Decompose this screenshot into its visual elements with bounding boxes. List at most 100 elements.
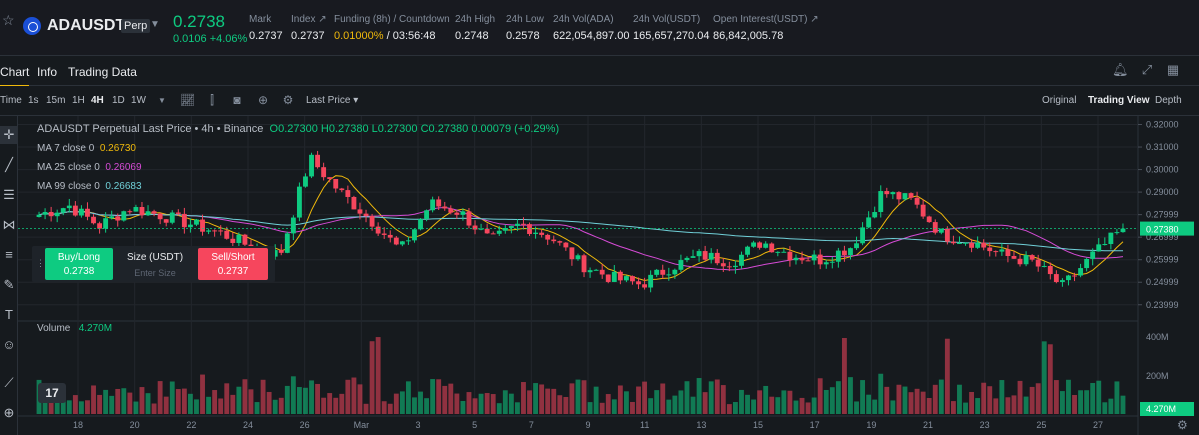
emoji-icon[interactable]: ☺: [0, 336, 18, 354]
size-input[interactable]: [120, 266, 190, 280]
expand-icon[interactable]: ⤢: [1139, 62, 1155, 78]
time-tick-label: 7: [529, 420, 534, 430]
price-tick-label: 0.31000: [1146, 142, 1179, 152]
volume-bar: [418, 391, 423, 414]
camera-icon[interactable]: ◙: [230, 93, 244, 107]
candle-body: [1096, 244, 1102, 252]
drag-handle-icon[interactable]: ⋮: [36, 258, 45, 270]
volume-bar: [884, 386, 890, 414]
candle-body: [587, 270, 593, 273]
zoom-in-icon[interactable]: ⊕: [0, 404, 18, 422]
candle-body: [78, 208, 84, 216]
volume-bar: [363, 403, 369, 414]
candle-body: [496, 230, 502, 234]
volume-bar: [72, 395, 78, 414]
candle-style-icon[interactable]: ⫿: [205, 93, 219, 107]
favorite-star-icon[interactable]: ☆: [2, 13, 16, 27]
candle-body: [841, 250, 847, 256]
volume-bar: [78, 401, 84, 414]
candle-body: [696, 251, 702, 257]
price-type-select[interactable]: Last Price ▾: [306, 95, 358, 106]
candle-body: [290, 217, 296, 234]
interval-1s[interactable]: 1s: [28, 95, 39, 106]
price-tick-label: 0.32000: [1146, 120, 1179, 130]
volume-bar: [478, 393, 484, 414]
text-tool-icon[interactable]: T: [0, 306, 18, 324]
view-depth[interactable]: Depth: [1155, 95, 1182, 106]
view-trading-view[interactable]: Trading View: [1088, 95, 1150, 106]
volume-bar: [975, 398, 981, 414]
interval-1w[interactable]: 1W: [131, 95, 146, 106]
interval-1h[interactable]: 1H: [72, 95, 85, 106]
candle-body: [399, 241, 405, 245]
volume-bar: [309, 380, 314, 414]
symbol-name[interactable]: ADAUSDT: [47, 17, 125, 35]
indicator-chart-icon[interactable]: 📈︎: [180, 93, 195, 107]
volume-bar: [1102, 402, 1108, 414]
pattern-icon[interactable]: ⋈: [0, 216, 18, 234]
candle-body: [690, 256, 696, 258]
volume-bar: [872, 399, 878, 414]
volume-bar: [666, 399, 672, 414]
candle-body: [848, 248, 853, 256]
volume-bar: [315, 383, 321, 414]
contract-type-badge[interactable]: Perp: [121, 19, 151, 33]
volume-bar: [696, 378, 702, 414]
volume-bar: [230, 394, 236, 414]
add-indicator-icon[interactable]: ⊕: [256, 93, 270, 107]
volume-bar: [969, 391, 975, 414]
interval-15m[interactable]: 15m: [46, 95, 65, 106]
volume-bar: [375, 337, 381, 414]
horizontal-lines-icon[interactable]: ☰: [0, 186, 18, 204]
volume-bar: [145, 393, 151, 414]
price-tick-label: 0.29000: [1146, 187, 1179, 197]
candle-body: [1090, 251, 1096, 259]
candle-body: [242, 234, 248, 245]
candle-body: [890, 192, 896, 195]
candle-body: [575, 255, 581, 260]
interval-4h[interactable]: 4H: [91, 95, 104, 106]
sell-short-button[interactable]: Sell/Short 0.2737: [198, 248, 268, 280]
volume-bar: [726, 404, 732, 414]
brush-icon[interactable]: ✎: [0, 276, 18, 294]
chevron-down-icon[interactable]: ▼: [150, 19, 160, 30]
volume-bar: [769, 396, 775, 414]
candle-body: [944, 228, 950, 242]
trend-line-icon[interactable]: ╱: [0, 156, 18, 174]
interval-more-chevron-icon[interactable]: ▼: [158, 96, 166, 105]
price-tick-label: 0.23999: [1146, 300, 1179, 310]
volume-bar: [1023, 396, 1029, 414]
grid-layout-icon[interactable]: ▦: [1165, 62, 1181, 78]
volume-bar: [266, 391, 272, 414]
tab-chart[interactable]: Chart: [0, 65, 30, 87]
volume-bar: [878, 373, 884, 414]
tab-trading-data[interactable]: Trading Data: [68, 65, 137, 79]
volume-bar: [212, 390, 218, 414]
fib-icon[interactable]: ≡: [0, 246, 18, 264]
volume-bar: [914, 388, 920, 414]
candle-body: [490, 233, 496, 235]
tab-info[interactable]: Info: [37, 65, 57, 79]
stat-index[interactable]: Index ↗ 0.2737: [291, 14, 327, 42]
last-price: 0.2738: [173, 12, 225, 31]
candle-body: [405, 240, 411, 242]
bell-icon[interactable]: 🔔︎: [1112, 62, 1129, 78]
buy-long-button[interactable]: Buy/Long 0.2738: [45, 248, 113, 280]
volume-bar: [157, 381, 163, 414]
volume-bar: [224, 383, 230, 414]
volume-bar: [206, 396, 212, 414]
volume-bar: [399, 391, 405, 414]
interval-1d[interactable]: 1D: [112, 95, 125, 106]
volume-bar: [369, 341, 375, 414]
volume-bar: [194, 399, 199, 414]
volume-bar: [121, 388, 127, 414]
settings-icon[interactable]: ⚙: [281, 93, 295, 107]
volume-bar: [490, 394, 496, 414]
ohlc-values: O0.27300 H0.27380 L0.27300 C0.27380 0.00…: [269, 123, 560, 135]
ruler-icon[interactable]: ⟋: [0, 374, 18, 392]
stat-open-interest[interactable]: Open Interest(USDT) ↗ 86,842,005.78: [713, 14, 819, 42]
time-tick-label: 13: [696, 420, 706, 430]
view-original[interactable]: Original: [1042, 95, 1076, 106]
crosshair-icon[interactable]: ✛: [0, 126, 18, 144]
candle-body: [1108, 232, 1114, 245]
